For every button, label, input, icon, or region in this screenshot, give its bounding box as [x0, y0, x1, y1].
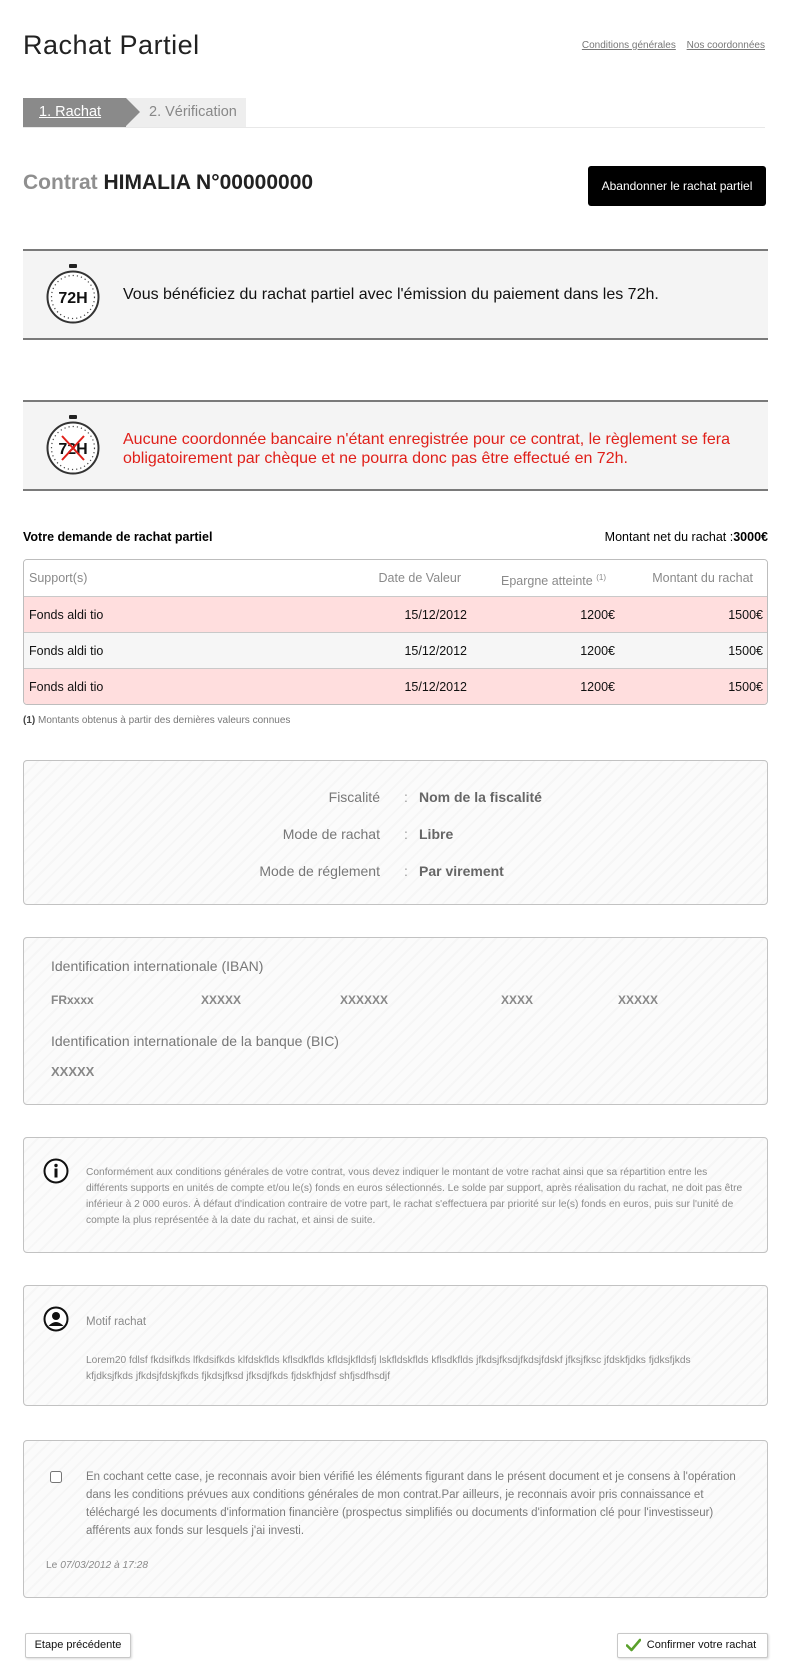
- step-arrow: [126, 98, 140, 126]
- mode-reglement-row: Mode de réglement : Par virement: [24, 863, 767, 881]
- table-row: Fonds aldi tio 15/12/2012 1200€ 1500€: [24, 632, 767, 668]
- supports-table: Support(s) Date de Valeur Epargne attein…: [23, 559, 768, 705]
- col-epargne-note: (1): [596, 573, 606, 582]
- col-epargne-label: Epargne atteinte: [500, 574, 593, 589]
- separator: :: [404, 789, 408, 805]
- iban-part: XXXXX: [618, 993, 659, 1007]
- mode-reglement-value: Par virement: [419, 863, 504, 879]
- motif-text: Lorem20 fdlsf fkdsifkds lfkdsifkds klfds…: [86, 1355, 691, 1382]
- checkmark-icon: [625, 1638, 642, 1661]
- net-amount-label: Montant net du rachat :: [604, 530, 734, 544]
- fiscalite-label: Fiscalité: [328, 789, 380, 805]
- info-text: Conformément aux conditions générales de…: [86, 1167, 743, 1226]
- stopwatch-72h-crossed-icon: 72H: [42, 414, 104, 481]
- iban-label: Identification internationale (IBAN): [51, 958, 264, 974]
- fiscalite-value: Nom de la fiscalité: [419, 789, 542, 805]
- separator: :: [404, 863, 408, 879]
- stopwatch-text: 72H: [58, 441, 87, 458]
- cell-support: Fonds aldi tio: [29, 644, 104, 658]
- iban-part: FRxxxx: [51, 993, 94, 1007]
- footnote-text: Montants obtenus à partir des dernières …: [38, 715, 291, 726]
- step-rachat[interactable]: 1. Rachat: [23, 98, 126, 127]
- contract-label: Contrat: [23, 171, 98, 194]
- mode-rachat-row: Mode de rachat : Libre: [24, 826, 767, 844]
- consent-date-value: 07/03/2012 à 17:28: [60, 1560, 148, 1571]
- consent-date-prefix: Le: [46, 1560, 58, 1571]
- iban-part: XXXXXX: [340, 993, 389, 1007]
- link-nos-coordonnees[interactable]: Nos coordonnées: [687, 40, 765, 51]
- cell-date: 15/12/2012: [404, 680, 467, 694]
- iban-part: XXXX: [501, 993, 534, 1007]
- mode-rachat-value: Libre: [419, 826, 454, 842]
- contract-title: Contrat HIMALIA N°00000000: [23, 171, 313, 195]
- fiscal-panel: Fiscalité : Nom de la fiscalité Mode de …: [23, 760, 768, 905]
- user-icon: [43, 1306, 69, 1337]
- contract-name: HIMALIA N°00000000: [103, 171, 314, 194]
- previous-step-button[interactable]: Etape précédente: [25, 1633, 131, 1658]
- cell-montant: 1500€: [728, 608, 763, 622]
- cell-date: 15/12/2012: [404, 644, 467, 658]
- link-conditions-generales[interactable]: Conditions générales: [582, 40, 676, 51]
- abandon-rachat-button[interactable]: Abandonner le rachat partiel: [588, 166, 766, 206]
- cell-support: Fonds aldi tio: [29, 680, 104, 694]
- stopwatch-text: 72H: [58, 290, 87, 307]
- col-date-valeur: Date de Valeur: [378, 571, 461, 585]
- bank-details-panel: Identification internationale (IBAN) FRx…: [23, 937, 768, 1105]
- confirm-rachat-button[interactable]: Confirmer votre rachat: [617, 1633, 768, 1658]
- page-title: Rachat Partiel: [23, 30, 200, 60]
- notice-72h-message: Vous bénéficiez du rachat partiel avec l…: [123, 286, 659, 303]
- info-panel: Conformément aux conditions générales de…: [23, 1137, 768, 1253]
- cell-date: 15/12/2012: [404, 608, 467, 622]
- net-amount: Montant net du rachat :3000€: [605, 530, 768, 544]
- separator: :: [404, 826, 408, 842]
- table-footnote: (1) Montants obtenus à partir des derniè…: [23, 715, 290, 726]
- steps-divider: [23, 127, 765, 128]
- notice-no-bank-message: Aucune coordonnée bancaire n'étant enreg…: [123, 431, 730, 467]
- cell-support: Fonds aldi tio: [29, 608, 104, 622]
- bic-label: Identification internationale de la banq…: [51, 1033, 339, 1049]
- cell-epargne: 1200€: [580, 680, 615, 694]
- footnote-marker: (1): [23, 715, 36, 726]
- mode-reglement-label: Mode de réglement: [259, 863, 380, 879]
- cell-epargne: 1200€: [580, 644, 615, 658]
- top-links: Conditions générales Nos coordonnées: [574, 40, 765, 51]
- confirm-label: Confirmer votre rachat: [646, 1639, 757, 1651]
- step-indicator: 1. Rachat 2. Vérification: [23, 98, 246, 127]
- notice-72h-payment: 72H Vous bénéficiez du rachat partiel av…: [23, 249, 768, 340]
- cell-epargne: 1200€: [580, 608, 615, 622]
- motif-title: Motif rachat: [86, 1316, 147, 1328]
- col-epargne: Epargne atteinte (1): [501, 560, 606, 599]
- cell-montant: 1500€: [728, 644, 763, 658]
- consent-text: En cochant cette case, je reconnais avoi…: [86, 1471, 736, 1537]
- net-amount-value: 3000€: [733, 530, 768, 544]
- consent-date: Le 07/03/2012 à 17:28: [46, 1560, 148, 1571]
- motif-panel: Motif rachat Lorem20 fdlsf fkdsifkds lfk…: [23, 1285, 768, 1406]
- col-support: Support(s): [29, 571, 88, 585]
- table-header-row: Support(s) Date de Valeur Epargne attein…: [24, 560, 767, 596]
- iban-part: XXXXX: [201, 993, 242, 1007]
- mode-rachat-label: Mode de rachat: [282, 826, 380, 842]
- cell-montant: 1500€: [728, 680, 763, 694]
- info-icon: [43, 1158, 69, 1189]
- step-verification: 2. Vérification: [126, 98, 246, 127]
- demand-header: Votre demande de rachat partiel Montant …: [23, 530, 768, 544]
- demand-title: Votre demande de rachat partiel: [23, 530, 213, 544]
- col-montant: Montant du rachat: [652, 571, 753, 585]
- consent-checkbox[interactable]: [50, 1471, 62, 1483]
- stopwatch-72h-icon: 72H: [42, 263, 104, 330]
- table-row: Fonds aldi tio 15/12/2012 1200€ 1500€: [24, 668, 767, 704]
- table-row: Fonds aldi tio 15/12/2012 1200€ 1500€: [24, 596, 767, 632]
- fiscalite-row: Fiscalité : Nom de la fiscalité: [24, 789, 767, 807]
- consent-panel: En cochant cette case, je reconnais avoi…: [23, 1440, 768, 1598]
- bic-value: XXXXX: [51, 1064, 95, 1079]
- notice-no-bank-details: 72H Aucune coordonnée bancaire n'étant e…: [23, 400, 768, 491]
